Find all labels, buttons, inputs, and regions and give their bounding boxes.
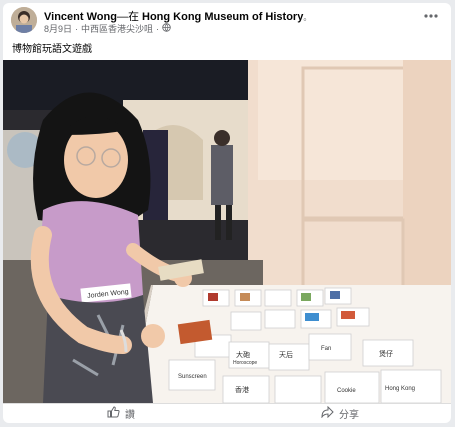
dot-separator-2: · [156, 23, 160, 34]
card-text-1: Horoscope [233, 360, 257, 366]
thumbs-up-icon [107, 406, 120, 421]
card-text-6: Sunscreen [178, 374, 207, 380]
separator: 。 [303, 13, 312, 22]
share-button[interactable]: 分享 [321, 405, 359, 421]
card-text-0: 大砲 [236, 350, 250, 359]
card-text-5: Cookie [337, 388, 356, 394]
avatar[interactable] [11, 7, 37, 33]
post-header: Vincent Wong—在 Hong Kong Museum of Histo… [3, 3, 451, 37]
like-button[interactable]: 讚 [107, 406, 135, 421]
more-options-icon[interactable] [421, 9, 441, 23]
card-text-3: Fan [321, 346, 331, 352]
dot-separator: · [75, 23, 79, 34]
globe-icon [162, 23, 171, 34]
post-card: Vincent Wong—在 Hong Kong Museum of Histo… [3, 3, 451, 423]
like-label: 讚 [125, 410, 135, 421]
card-text-7: 香港 [235, 385, 249, 394]
share-label: 分享 [339, 410, 359, 421]
share-icon [321, 405, 334, 421]
post-caption: 博物館玩語文遊戲 [12, 44, 92, 55]
post-actions: 讚 分享 [3, 403, 451, 423]
card-text-4: 煲仔 [379, 349, 393, 358]
card-text-2: 天后 [279, 350, 293, 359]
post-date[interactable]: 8月9日 [44, 22, 72, 35]
post-meta: 8月9日 · 中西區香港尖沙咀 · [44, 22, 171, 35]
post-photo[interactable]: 大砲 Horoscope 天后 Fan 煲仔 Cookie Sunscreen … [3, 60, 451, 403]
card-text-8: Hong Kong [385, 386, 415, 392]
place-detail: 中西區香港尖沙咀 [81, 24, 154, 34]
